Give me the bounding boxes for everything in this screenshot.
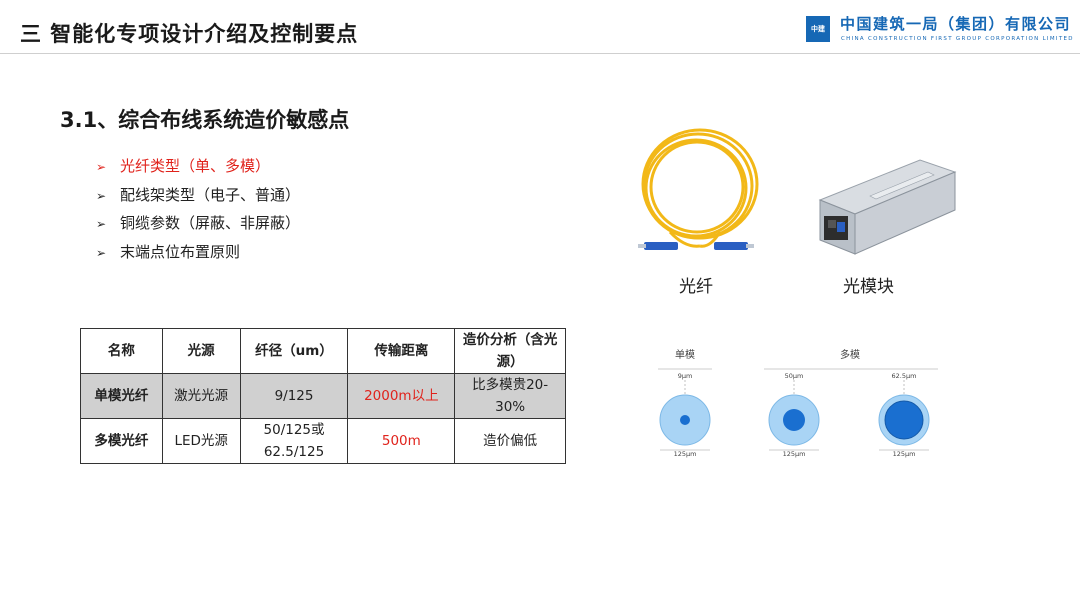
table-cell: 造价偏低 (454, 418, 566, 464)
section-title: 3.1、综合布线系统造价敏感点 (60, 108, 350, 132)
table-header-cell: 造价分析（含光源） (454, 328, 566, 374)
bullet-text: 铜缆参数（屏蔽、非屏蔽） (120, 214, 301, 232)
table-cell: 2000m以上 (347, 373, 456, 419)
table-cell: 50/125或62.5/125 (239, 418, 349, 464)
bullet-text: 配线架类型（电子、普通） (120, 185, 301, 204)
core-size-label: 9μm (678, 372, 693, 380)
arrow-bullet-icon: ➢ (96, 188, 107, 203)
multi-mode-label: 多模 (840, 348, 860, 361)
table-header-cell: 传输距离 (347, 328, 456, 374)
company-name-cn: 中国建筑一局（集团）有限公司 (840, 15, 1072, 33)
fiber-caption: 光纤 (679, 277, 713, 297)
arrow-bullet-icon: ➢ (96, 160, 107, 174)
page-title: 三 智能化专项设计介绍及控制要点 (20, 22, 359, 46)
table-cell: 500m (347, 418, 456, 464)
bullet-item: ➢ 末端点位布置原则 (96, 238, 300, 267)
cladding-size-label: 125μm (893, 450, 916, 458)
table-row: 多模光纤 LED光源 50/125或62.5/125 500m 造价偏低 (80, 418, 566, 464)
optical-module-image (818, 159, 957, 255)
bullet-list: ➢ 光纤类型（单、多模） ➢ 配线架类型（电子、普通） ➢ 铜缆参数（屏蔽、非屏蔽） … (96, 152, 300, 266)
company-logo: 中建 (806, 16, 830, 42)
fiber-comparison-table: 名称 光源 纤径（um） 传输距离 造价分析（含光源） 单模光纤 激光光源 9/… (80, 328, 566, 464)
core-size-label: 62.5μm (892, 372, 917, 380)
table-header-row: 名称 光源 纤径（um） 传输距离 造价分析（含光源） (80, 328, 566, 374)
cladding-size-label: 125μm (783, 450, 806, 458)
table-cell: 激光光源 (161, 373, 241, 419)
multi-mode-50-fiber-cross-section (768, 380, 820, 446)
arrow-bullet-icon: ➢ (96, 217, 107, 231)
table-header-cell: 光源 (161, 328, 241, 374)
core-size-label: 50μm (785, 372, 804, 380)
fiber-cable-image (638, 128, 759, 250)
table-header-cell: 名称 (80, 328, 163, 374)
table-cell: 单模光纤 (80, 373, 163, 419)
arrow-bullet-icon: ➢ (96, 245, 107, 260)
header-divider (0, 53, 1080, 54)
bullet-text: 光纤类型（单、多模） (120, 157, 271, 175)
single-mode-fiber-cross-section (659, 380, 711, 446)
bullet-item: ➢ 铜缆参数（屏蔽、非屏蔽） (96, 209, 300, 238)
bullet-text: 末端点位布置原则 (120, 242, 241, 261)
fiber-core-diagram: 单模 多模 9μm 50μm 62.5μm 125μm 125μm 125μm (658, 348, 938, 458)
table-cell: LED光源 (161, 418, 241, 464)
bullet-item: ➢ 配线架类型（电子、普通） (96, 181, 300, 210)
table-header-cell: 纤径（um） (239, 328, 349, 374)
single-mode-label: 单模 (675, 349, 695, 361)
company-name-en: CHINA CONSTRUCTION FIRST GROUP CORPORATI… (841, 36, 1074, 42)
table-cell: 比多模贵20-30% (454, 373, 566, 419)
bullet-item: ➢ 光纤类型（单、多模） (96, 152, 300, 181)
cladding-size-label: 125μm (674, 450, 697, 458)
multi-mode-62-fiber-cross-section (878, 380, 930, 446)
table-cell: 多模光纤 (80, 418, 163, 464)
table-row: 单模光纤 激光光源 9/125 2000m以上 比多模贵20-30% (80, 373, 566, 419)
table-cell: 9/125 (239, 373, 349, 419)
module-caption: 光模块 (843, 277, 894, 297)
